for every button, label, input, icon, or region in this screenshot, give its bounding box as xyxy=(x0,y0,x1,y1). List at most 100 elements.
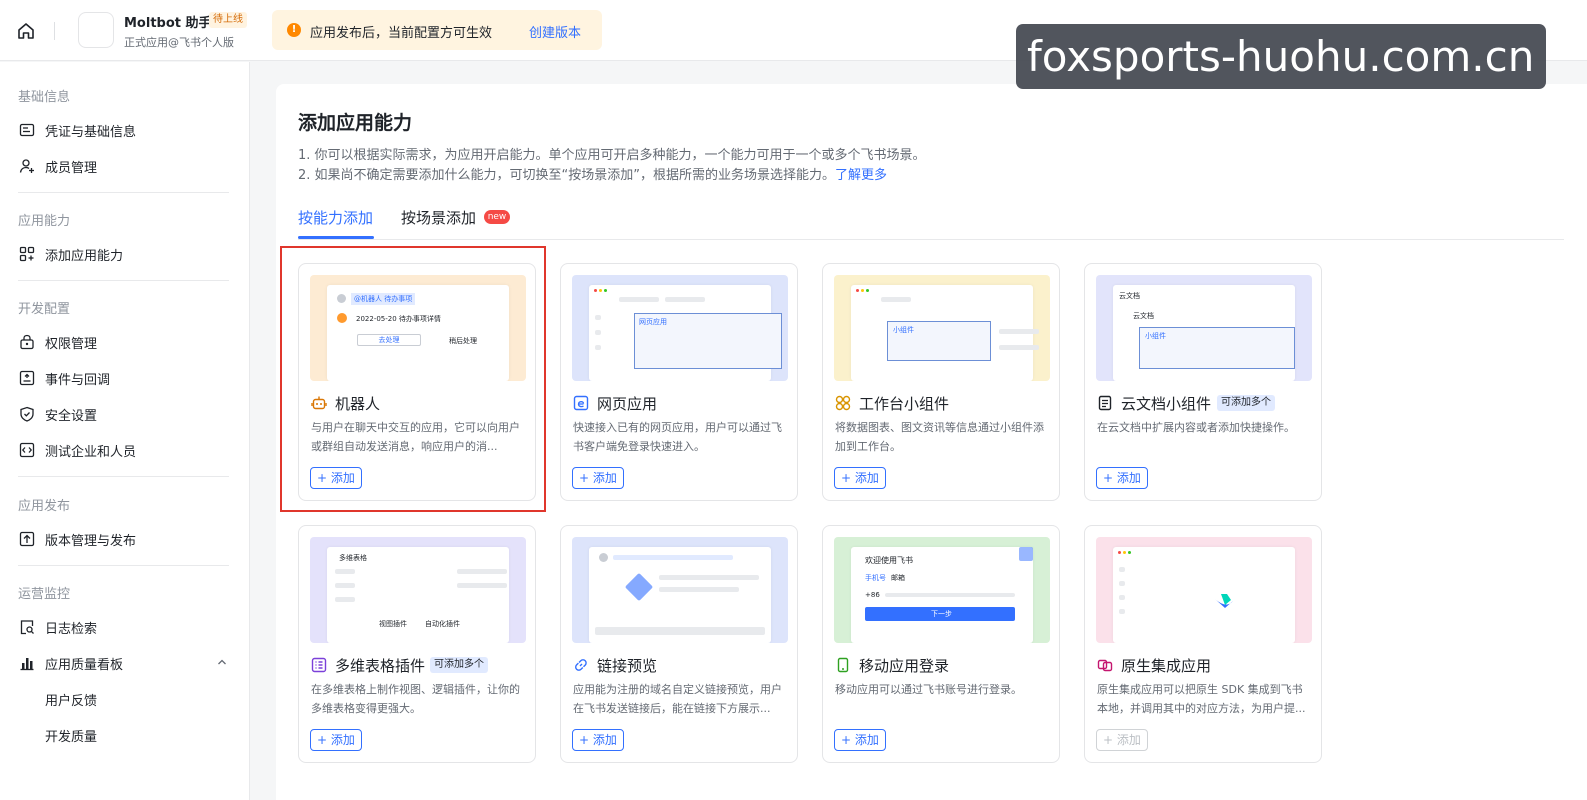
capability-card-native-app[interactable]: 原生集成应用 原生集成应用可以把原生 SDK 集成到飞书本地，并调用其中的对应方… xyxy=(1084,525,1322,763)
card-title: 工作台小组件 xyxy=(859,395,950,413)
sidebar-item-logs[interactable]: 日志检索 xyxy=(18,616,97,638)
capability-card-mobile-login[interactable]: 欢迎使用飞书 手机号 邮箱 +86 下一步 移动应用登录 移动应用可以通过飞书账… xyxy=(822,525,1060,763)
sidebar-item-version[interactable]: 版本管理与发布 xyxy=(18,528,136,550)
placeholder-line xyxy=(613,555,733,560)
tab-by-capability[interactable]: 按能力添加 xyxy=(298,207,373,228)
capability-card-web-app[interactable]: 网页应用 网页应用 快速接入已有的网页应用，用户可以通过飞书客户端免登录快速进入… xyxy=(560,263,798,501)
doc-widget-preview-image: 云文档 云文档 小组件 xyxy=(1096,275,1312,381)
card-description: 原生集成应用可以把原生 SDK 集成到飞书本地，并调用其中的对应方法，为用户提.… xyxy=(1097,683,1306,715)
section-title-ops: 运营监控 xyxy=(18,587,71,602)
preview-text: 网页应用 xyxy=(639,318,667,326)
upload-icon xyxy=(18,530,36,548)
window-dot xyxy=(1118,551,1121,554)
add-link-preview-button[interactable]: + 添加 xyxy=(572,729,624,751)
multi-add-badge: 可添加多个 xyxy=(1217,395,1275,411)
feishu-logo-icon xyxy=(1213,593,1235,615)
tab-by-scenario[interactable]: 按场景添加 xyxy=(401,207,476,228)
sidebar-item-test-users[interactable]: 测试企业和人员 xyxy=(18,439,136,461)
placeholder-line xyxy=(659,587,739,592)
message-input-bar xyxy=(595,627,765,635)
add-doc-widget-button[interactable]: + 添加 xyxy=(1096,467,1148,489)
add-bitable-plugin-button[interactable]: + 添加 xyxy=(310,729,362,751)
card-description: 快速接入已有的网页应用，用户可以通过飞书客户端免登录快速进入。 xyxy=(573,421,782,453)
placeholder-line xyxy=(457,569,507,574)
bitable-icon xyxy=(311,657,327,673)
add-native-app-button: + 添加 xyxy=(1096,729,1148,751)
user-add-icon xyxy=(18,157,36,175)
capability-card-bitable-plugin[interactable]: 多维表格 视图插件 自动化插件 多维表格插件 可添加多个 在多维表格上制作视图、… xyxy=(298,525,536,763)
browser-tab xyxy=(881,297,911,302)
sidebar-item-dev-quality[interactable]: 开发质量 xyxy=(45,724,97,746)
capability-card-doc-widget[interactable]: 云文档 云文档 小组件 云文档小组件 可添加多个 在云文档中扩展内容或者添加快捷… xyxy=(1084,263,1322,501)
sidebar-item-quality[interactable]: 应用质量看板 xyxy=(18,652,123,674)
web-app-icon xyxy=(573,395,589,411)
link-card-graphic xyxy=(624,572,654,602)
add-web-app-button[interactable]: + 添加 xyxy=(572,467,624,489)
event-icon xyxy=(18,369,36,387)
home-icon[interactable] xyxy=(15,20,37,42)
sidebar-item-security[interactable]: 安全设置 xyxy=(18,403,97,425)
native-app-icon xyxy=(1097,657,1113,673)
sidebar-item-permissions[interactable]: 权限管理 xyxy=(18,331,97,353)
link-preview-image xyxy=(572,537,788,643)
window-dot xyxy=(604,289,607,292)
sidebar-item-label: 测试企业和人员 xyxy=(45,444,137,460)
preview-text: 云文档 xyxy=(1119,292,1140,300)
tab-divider xyxy=(298,239,1564,240)
shield-icon xyxy=(18,405,36,423)
window-dot xyxy=(861,289,864,292)
sidebar-item-members[interactable]: 成员管理 xyxy=(18,155,97,177)
section-title-basic: 基础信息 xyxy=(18,90,71,105)
selection-highlight xyxy=(280,246,546,512)
learn-more-link[interactable]: 了解更多 xyxy=(835,168,887,183)
create-version-link[interactable]: 创建版本 xyxy=(529,22,581,41)
sidebar-dot xyxy=(595,315,601,320)
sidebar-item-label: 版本管理与发布 xyxy=(45,533,137,549)
sidebar-item-label: 事件与回调 xyxy=(45,372,111,388)
bitable-preview-image: 多维表格 视图插件 自动化插件 xyxy=(310,537,526,643)
placeholder-line xyxy=(335,597,355,602)
add-mobile-login-button[interactable]: + 添加 xyxy=(834,729,886,751)
capability-card-workbench-widget[interactable]: 小组件 工作台小组件 将数据图表、图文资讯等信息通过小组件添加到工作台。 + 添… xyxy=(822,263,1060,501)
window-dot xyxy=(599,289,602,292)
sidebar-item-label: 成员管理 xyxy=(45,160,98,176)
capability-card-link-preview[interactable]: 链接预览 应用能为注册的域名自定义链接预览，用户在飞书发送链接后，能在链接下方展… xyxy=(560,525,798,763)
window-dot xyxy=(856,289,859,292)
card-description: 将数据图表、图文资讯等信息通过小组件添加到工作台。 xyxy=(835,421,1044,453)
preview-text: 邮箱 xyxy=(891,574,905,582)
card-title: 链接预览 xyxy=(597,657,658,675)
preview-text: +86 xyxy=(865,591,880,599)
sidebar-divider xyxy=(18,565,229,566)
sidebar-item-events[interactable]: 事件与回调 xyxy=(18,367,110,389)
mobile-icon xyxy=(835,657,851,673)
lock-icon xyxy=(18,333,36,351)
card-title: 多维表格插件 xyxy=(335,657,426,675)
sidebar-item-credentials[interactable]: 凭证与基础信息 xyxy=(18,119,136,141)
widget-preview-image: 小组件 xyxy=(834,275,1050,381)
preview-text: 自动化插件 xyxy=(425,620,460,628)
web-app-preview-image: 网页应用 xyxy=(572,275,788,381)
preview-text: 云文档 xyxy=(1133,312,1154,320)
active-tab-indicator xyxy=(298,236,374,239)
sidebar-dot xyxy=(595,345,601,350)
notice-banner: ! 应用发布后，当前配置方可生效 创建版本 xyxy=(272,10,602,50)
sidebar-dot xyxy=(595,330,601,335)
sidebar-item-add-capability[interactable]: 添加应用能力 xyxy=(18,243,123,265)
window-dot xyxy=(1128,551,1131,554)
add-widget-button[interactable]: + 添加 xyxy=(834,467,886,489)
log-search-icon xyxy=(18,618,36,636)
card-description: 在云文档中扩展内容或者添加快捷操作。 xyxy=(1097,421,1295,434)
new-badge: new xyxy=(484,210,510,224)
chevron-up-icon[interactable] xyxy=(216,656,228,672)
qr-corner-graphic xyxy=(1019,547,1033,561)
sidebar-item-feedback[interactable]: 用户反馈 xyxy=(45,688,97,710)
browser-tab xyxy=(665,297,705,302)
sidebar-dot xyxy=(1119,595,1125,600)
preview-text: 小组件 xyxy=(893,326,914,334)
sidebar: 基础信息 凭证与基础信息 成员管理 应用能力 添加应用能力 开发配置 权限管理 … xyxy=(0,62,250,800)
widget-icon xyxy=(835,395,851,411)
app-avatar xyxy=(78,12,114,48)
sidebar-divider xyxy=(18,476,229,477)
card-title: 原生集成应用 xyxy=(1121,657,1212,675)
placeholder-line xyxy=(659,575,759,580)
